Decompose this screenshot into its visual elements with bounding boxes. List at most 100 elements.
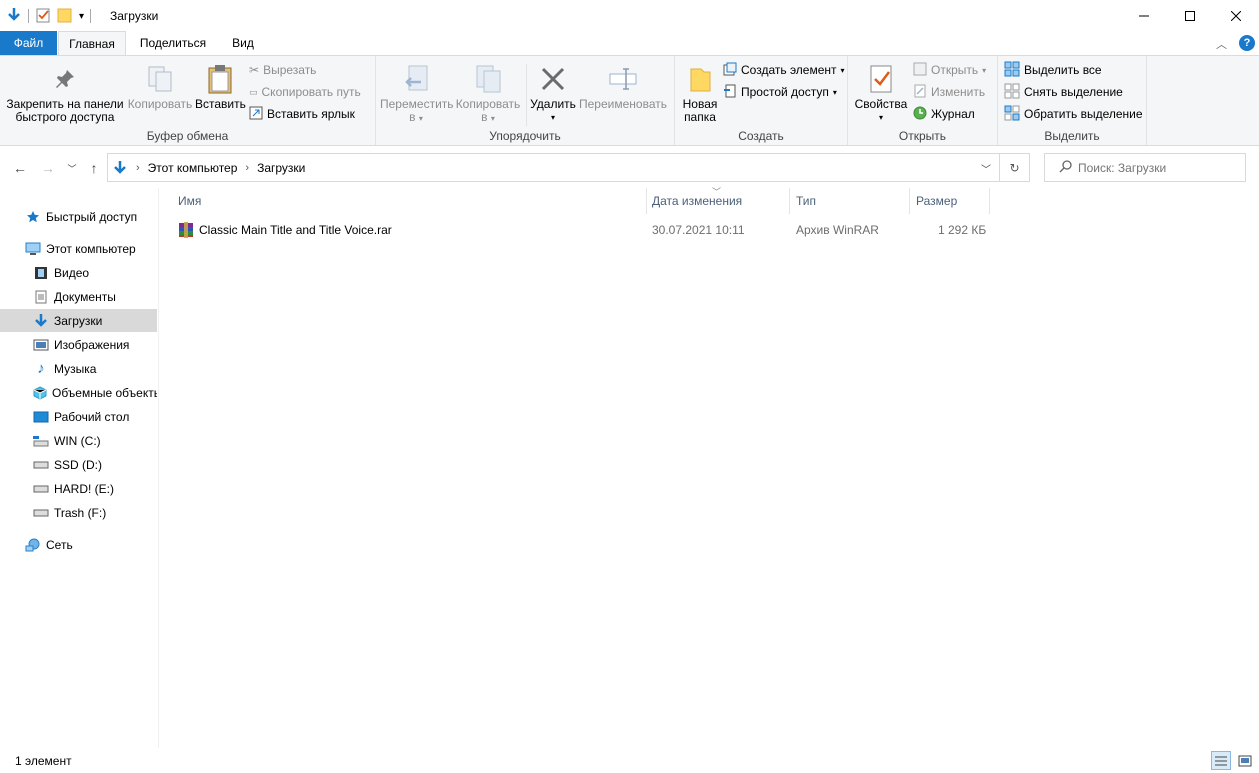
rename-icon (578, 60, 668, 98)
chevron-down-icon: ▾ (840, 65, 845, 75)
sidebar-item-label: Сеть (46, 537, 73, 552)
pin-quick-access-button[interactable]: Закрепить на панели быстрого доступа (5, 60, 125, 124)
column-separator[interactable] (789, 188, 790, 214)
copy-path-button[interactable]: ▭ Скопировать путь (249, 82, 361, 102)
back-icon[interactable]: ← (10, 158, 30, 178)
sidebar-item-this-pc[interactable]: Этот компьютер (0, 237, 157, 260)
sidebar-item-pictures[interactable]: Изображения (0, 333, 157, 356)
new-folder-icon[interactable] (57, 7, 73, 26)
help-icon[interactable]: ? (1239, 35, 1255, 51)
customize-toolbar-icon[interactable]: ▾ (79, 11, 84, 22)
sidebar-item-network[interactable]: Сеть (0, 533, 157, 556)
new-folder-button[interactable]: Новая папка (679, 60, 721, 124)
sidebar-item-drive-d[interactable]: SSD (D:) (0, 453, 157, 476)
breadcrumb-downloads[interactable]: Загрузки (257, 161, 305, 175)
large-icons-view-button[interactable] (1235, 751, 1255, 770)
tab-home[interactable]: Главная (58, 31, 126, 56)
open-button[interactable]: Открыть ▾ (913, 60, 986, 80)
column-separator[interactable] (989, 188, 990, 214)
history-button[interactable]: Журнал (913, 104, 975, 124)
create-group: Новая папка Создать элемент ▾ Простой до… (675, 56, 848, 145)
minimize-button[interactable] (1121, 0, 1167, 31)
winrar-archive-icon (178, 222, 194, 241)
properties-icon[interactable] (35, 7, 51, 26)
breadcrumb-chevron-icon[interactable]: › (245, 162, 249, 174)
forward-icon[interactable]: → (38, 158, 58, 178)
easy-access-label: Простой доступ (741, 85, 829, 99)
details-view-button[interactable] (1211, 751, 1231, 770)
toolbar-separator (90, 9, 92, 23)
new-folder-label-2: папка (684, 110, 716, 124)
column-header-size[interactable]: Размер (916, 188, 988, 214)
file-row[interactable]: Classic Main Title and Title Voice.rar 3… (174, 219, 994, 241)
address-bar[interactable]: › Этот компьютер › Загрузки ﹀ (107, 153, 1000, 182)
recent-locations-icon[interactable]: ﹀ (62, 158, 82, 178)
collapse-ribbon-icon[interactable]: ︿ (1216, 36, 1227, 52)
open-label: Открыть (931, 63, 979, 77)
tab-share[interactable]: Поделиться (130, 31, 216, 55)
delete-button[interactable]: Удалить ▾ (530, 60, 576, 124)
copy-to-button[interactable]: Копировать в ▾ (453, 60, 523, 125)
drive-icon (33, 505, 49, 521)
breadcrumb-this-pc[interactable]: Этот компьютер (148, 161, 238, 175)
column-header-type[interactable]: Тип (796, 188, 908, 214)
copy-button[interactable]: Копировать (127, 60, 193, 111)
sidebar-item-desktop[interactable]: Рабочий стол (0, 405, 157, 428)
edit-label: Изменить (931, 85, 986, 99)
sidebar-item-music[interactable]: ♪ Музыка (0, 357, 157, 380)
status-bar: 1 элемент (0, 748, 1259, 773)
invert-selection-label: Обратить выделение (1024, 107, 1143, 121)
quick-access-toolbar: ▾ (6, 6, 92, 26)
sidebar-item-downloads[interactable]: Загрузки (0, 309, 157, 332)
pin-icon (5, 60, 125, 98)
select-all-button[interactable]: Выделить все (1004, 60, 1102, 80)
close-button[interactable] (1213, 0, 1259, 31)
sort-indicator-icon: ﹀ (712, 187, 722, 197)
sidebar-item-drive-f[interactable]: Trash (F:) (0, 501, 157, 524)
open-icon (913, 62, 927, 79)
easy-access-button[interactable]: Простой доступ ▾ (723, 82, 837, 102)
cut-button[interactable]: ✂ Вырезать (249, 60, 316, 80)
paste-shortcut-button[interactable]: Вставить ярлык (249, 104, 355, 124)
new-item-button[interactable]: Создать элемент ▾ (723, 60, 845, 80)
title-bar: ▾ Загрузки (0, 0, 1259, 31)
tab-file[interactable]: Файл (0, 31, 57, 55)
rename-button[interactable]: Переименовать (578, 60, 668, 111)
paste-icon (195, 60, 245, 98)
navigation-row: ← → ﹀ ↑ › Этот компьютер › Загрузки ﹀ ↻ (0, 146, 1259, 188)
sidebar-item-documents[interactable]: Документы (0, 285, 157, 308)
breadcrumb-chevron-icon[interactable]: › (136, 162, 140, 174)
refresh-button[interactable]: ↻ (1000, 153, 1030, 182)
edit-button[interactable]: Изменить (913, 82, 985, 102)
invert-selection-icon (1004, 105, 1020, 124)
maximize-button[interactable] (1167, 0, 1213, 31)
search-input[interactable] (1078, 160, 1238, 175)
column-header-name[interactable]: Имя (178, 188, 645, 214)
sidebar-item-3d-objects[interactable]: Объемные объекты (0, 381, 157, 404)
chevron-down-icon: ▾ (982, 65, 987, 75)
chevron-down-icon: ▾ (832, 87, 837, 97)
rename-label: Переименовать (579, 97, 667, 111)
sidebar-item-drive-c[interactable]: WIN (C:) (0, 429, 157, 452)
drive-icon (33, 457, 49, 473)
search-box[interactable] (1044, 153, 1246, 182)
select-none-button[interactable]: Снять выделение (1004, 82, 1123, 102)
paste-button[interactable]: Вставить (195, 60, 246, 111)
column-separator[interactable] (909, 188, 910, 214)
video-icon (33, 265, 49, 281)
move-to-button[interactable]: Переместить в ▾ (380, 60, 454, 125)
file-name: Classic Main Title and Title Voice.rar (199, 223, 392, 237)
column-separator[interactable] (646, 188, 647, 214)
sidebar-item-video[interactable]: Видео (0, 261, 157, 284)
downloads-icon[interactable] (6, 7, 22, 26)
tab-view[interactable]: Вид (222, 31, 264, 55)
sidebar-item-drive-e[interactable]: HARD! (E:) (0, 477, 157, 500)
sidebar-item-quick-access[interactable]: Быстрый доступ (0, 205, 157, 228)
properties-button[interactable]: Свойства ▾ (854, 60, 908, 124)
large-icons-view-icon (1238, 755, 1252, 766)
paste-shortcut-label: Вставить ярлык (267, 107, 355, 121)
up-icon[interactable]: ↑ (84, 158, 104, 178)
clipboard-group: Закрепить на панели быстрого доступа Коп… (0, 56, 376, 145)
address-history-icon[interactable]: ﹀ (981, 161, 991, 176)
invert-selection-button[interactable]: Обратить выделение (1004, 104, 1143, 124)
